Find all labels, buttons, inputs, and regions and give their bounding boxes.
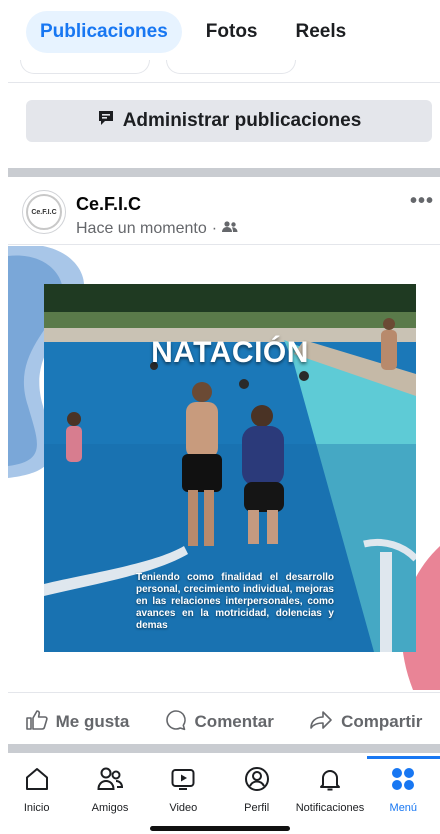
tab-reels[interactable]: Reels	[282, 11, 361, 53]
friends-icon	[97, 766, 123, 795]
nav-item-menu[interactable]: Menú	[366, 756, 440, 820]
home-indicator[interactable]	[150, 826, 290, 831]
edit-message-icon	[97, 109, 115, 133]
nav-label: Inicio	[23, 802, 50, 814]
tab-publicaciones[interactable]: Publicaciones	[26, 11, 182, 53]
comment-button[interactable]: Comentar	[165, 709, 274, 736]
share-button[interactable]: Compartir	[309, 710, 422, 735]
video-icon	[170, 766, 196, 795]
nav-item-perfil[interactable]: Perfil	[220, 756, 293, 820]
nav-label: Video	[169, 802, 198, 814]
menu-grid-icon	[390, 766, 416, 795]
post-image-caption: Teniendo como finalidad el desarrollo pe…	[136, 572, 334, 631]
meta-separator: ·	[211, 220, 218, 237]
thumbs-up-icon	[25, 709, 48, 735]
avatar[interactable]: Ce.F.I.C	[22, 190, 66, 234]
nav-item-amigos[interactable]: Amigos	[73, 756, 146, 820]
post-meta: Hace un momento ·	[76, 220, 238, 238]
like-label: Me gusta	[55, 712, 130, 731]
comment-icon	[165, 709, 187, 736]
divider	[8, 692, 440, 693]
nav-item-notificaciones[interactable]: Notificaciones	[293, 756, 366, 820]
section-divider	[8, 744, 440, 753]
divider	[8, 244, 440, 245]
previous-content-edge	[8, 60, 432, 80]
pool-photo: NATACIÓN Teniendo como finalidad el desa…	[44, 284, 416, 652]
manage-posts-label: Administrar publicaciones	[122, 110, 362, 131]
divider	[8, 82, 440, 83]
post-time[interactable]: Hace un momento	[76, 220, 207, 238]
post-header: Ce.F.I.C Ce.F.I.C Hace un momento · •••	[22, 190, 440, 244]
section-divider	[8, 168, 440, 177]
nav-label: Amigos	[91, 802, 129, 814]
nav-item-video[interactable]: Video	[147, 756, 220, 820]
comment-label: Comentar	[194, 712, 274, 731]
profile-icon	[244, 766, 270, 795]
nav-item-inicio[interactable]: Inicio	[0, 756, 73, 820]
more-options-button[interactable]: •••	[410, 190, 434, 213]
profile-tabs: Publicaciones Fotos Reels	[0, 0, 440, 64]
post-author[interactable]: Ce.F.I.C	[76, 194, 141, 215]
avatar-logo: Ce.F.I.C	[26, 194, 62, 230]
nav-label: Menú	[389, 802, 418, 814]
bell-icon	[317, 766, 343, 795]
friends-icon[interactable]	[222, 220, 238, 238]
share-label: Compartir	[341, 712, 423, 731]
post-image[interactable]: NATACIÓN Teniendo como finalidad el desa…	[8, 246, 440, 690]
nav-label: Notificaciones	[295, 802, 365, 814]
like-button[interactable]: Me gusta	[25, 709, 130, 735]
tab-fotos[interactable]: Fotos	[192, 11, 272, 53]
manage-posts-button[interactable]: Administrar publicaciones	[26, 100, 432, 142]
post-actions: Me gusta Comentar Compartir	[8, 700, 440, 744]
post-image-title: NATACIÓN	[151, 336, 309, 369]
bottom-navigation: Inicio Amigos Video Perfil Notificacione…	[0, 756, 440, 820]
home-icon	[24, 766, 50, 795]
nav-label: Perfil	[244, 802, 270, 814]
share-icon	[309, 710, 333, 735]
